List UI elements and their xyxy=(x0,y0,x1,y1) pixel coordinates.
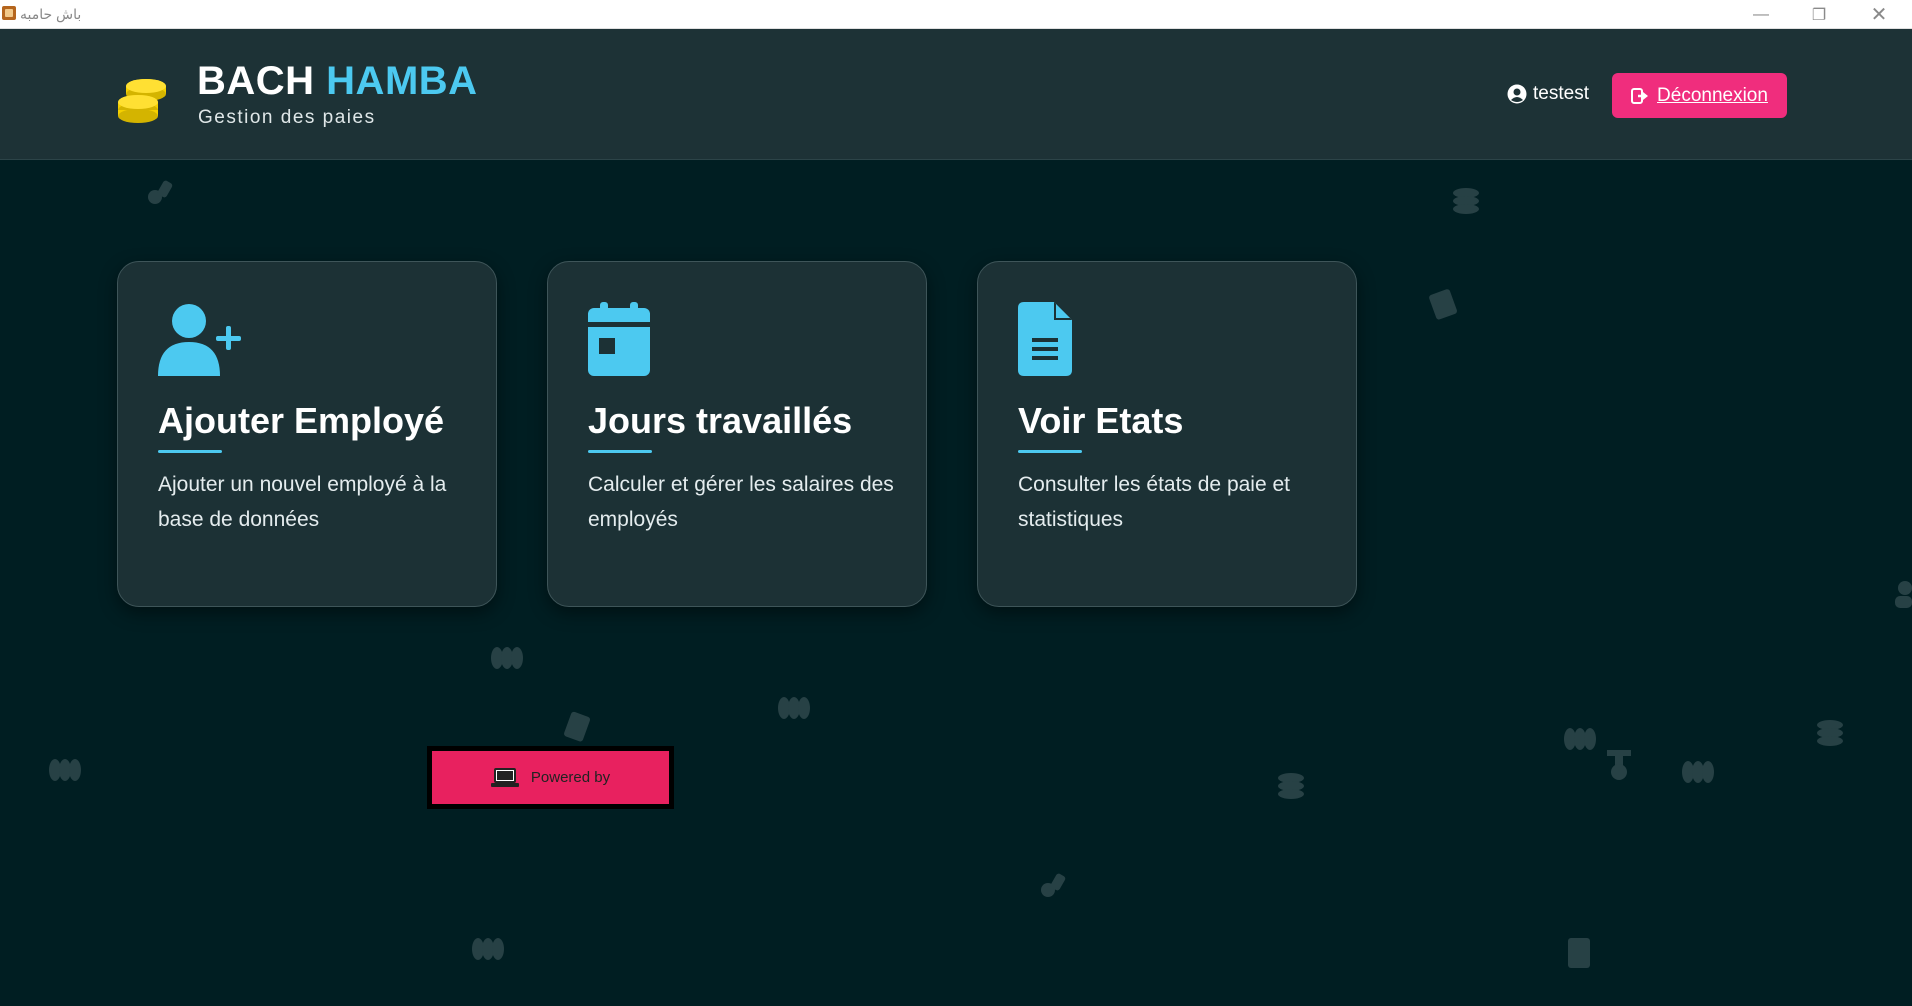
card-title: Voir Etats xyxy=(1018,400,1184,441)
background-decoration-icon xyxy=(1038,868,1072,902)
background-decoration-icon xyxy=(1428,287,1460,321)
background-decoration-icon xyxy=(1680,757,1716,787)
restore-icon[interactable]: ❐ xyxy=(1796,0,1842,29)
background-decoration-icon xyxy=(1890,578,1912,612)
card-worked-days[interactable]: Jours travaillés Calculer et gérer les s… xyxy=(547,261,927,607)
powered-by-button[interactable]: Powered by xyxy=(427,746,674,809)
title-underline xyxy=(158,450,222,453)
background-decoration-icon xyxy=(145,175,179,209)
card-add-employee[interactable]: Ajouter Employé Ajouter un nouvel employ… xyxy=(117,261,497,607)
title-underline xyxy=(588,450,652,453)
background-decoration-icon xyxy=(776,693,812,723)
user-info: testest xyxy=(1507,83,1589,105)
background-decoration-icon xyxy=(1449,183,1483,217)
card-title: Jours travaillés xyxy=(588,400,853,441)
card-description: Calculer et gérer les salaires des emplo… xyxy=(588,473,894,531)
document-icon xyxy=(1018,302,1072,376)
background-decoration-icon xyxy=(1274,768,1308,802)
card-view-reports[interactable]: Voir Etats Consulter les états de paie e… xyxy=(977,261,1357,607)
background-decoration-icon xyxy=(1604,748,1634,782)
background-decoration-icon xyxy=(563,710,593,744)
window-title: باش حامبه xyxy=(20,6,82,22)
user-circle-icon xyxy=(1507,84,1527,104)
minimize-icon[interactable]: — xyxy=(1738,0,1784,29)
background-decoration-icon xyxy=(47,755,83,785)
card-title: Ajouter Employé xyxy=(158,400,445,441)
background-decoration-icon xyxy=(489,643,525,673)
card-description: Consulter les états de paie et statistiq… xyxy=(1018,473,1290,531)
background-decoration-icon xyxy=(1562,724,1598,754)
brand-title-part2: HAMBA xyxy=(326,59,478,103)
background-decoration-icon xyxy=(1813,715,1847,749)
laptop-icon xyxy=(490,767,519,787)
powered-by-label: Powered by xyxy=(530,769,611,786)
brand-title: BACH HAMBA xyxy=(197,59,478,104)
app-icon xyxy=(2,6,16,20)
title-underline xyxy=(1018,450,1082,453)
app-header: BACH HAMBA Gestion des paies testest Déc… xyxy=(0,29,1912,160)
coins-icon xyxy=(118,79,166,123)
window-titlebar: باش حامبه — ❐ ✕ xyxy=(0,0,1912,29)
sign-out-icon xyxy=(1631,87,1649,104)
background-decoration-icon xyxy=(1565,936,1593,970)
card-description: Ajouter un nouvel employé à la base de d… xyxy=(158,473,447,531)
powered-by-inner: Powered by xyxy=(432,751,669,804)
brand-title-part1: BACH xyxy=(197,59,315,103)
close-icon[interactable]: ✕ xyxy=(1856,0,1902,29)
background-decoration-icon xyxy=(470,934,506,964)
user-plus-icon xyxy=(158,304,241,376)
logout-label: Déconnexion xyxy=(1657,84,1768,106)
calendar-icon xyxy=(588,302,650,376)
brand-subtitle: Gestion des paies xyxy=(198,107,376,128)
username: testest xyxy=(1533,83,1589,104)
logout-button[interactable]: Déconnexion xyxy=(1612,73,1787,118)
